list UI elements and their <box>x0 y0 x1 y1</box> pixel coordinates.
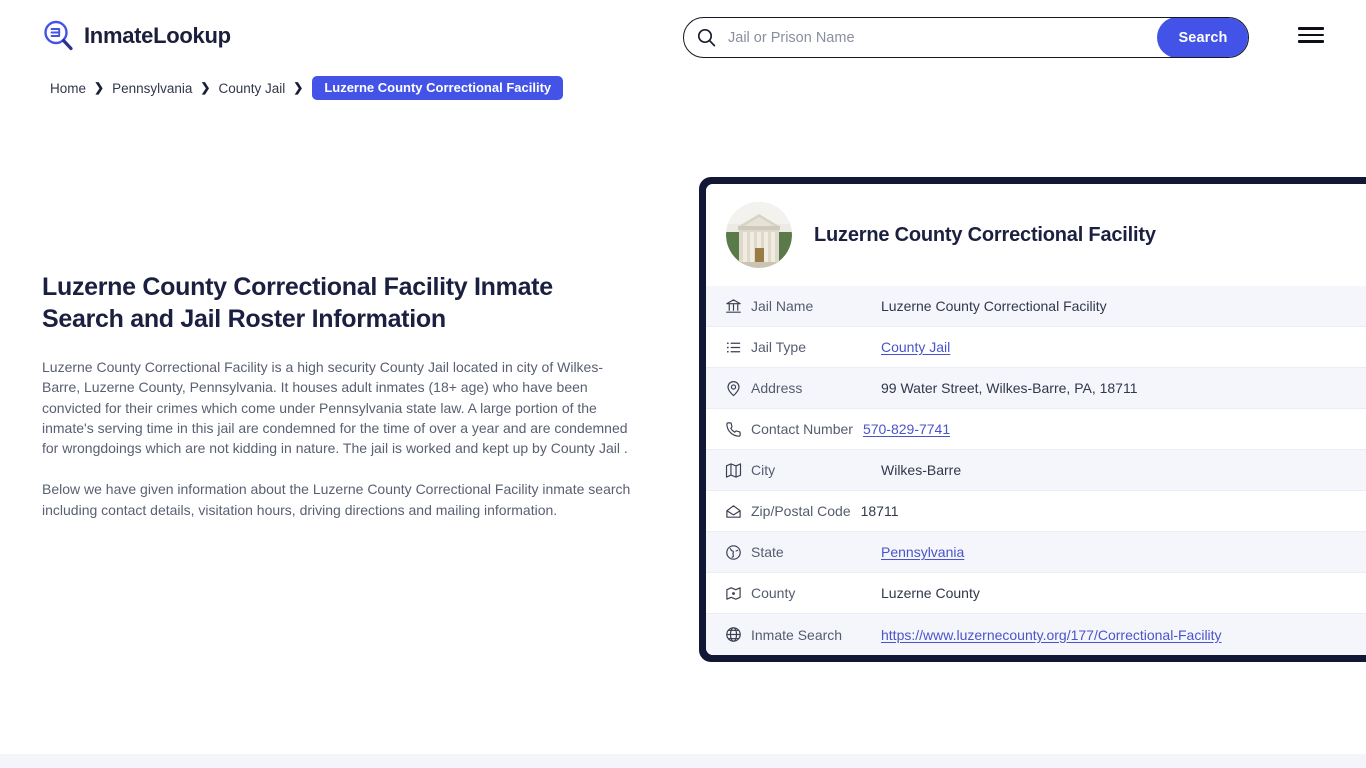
table-row: County Luzerne County <box>706 573 1366 614</box>
table-row: Address 99 Water Street, Wilkes-Barre, P… <box>706 368 1366 409</box>
site-header: InmateLookup Search <box>0 0 1366 72</box>
bank-icon <box>725 298 751 315</box>
table-row: Inmate Search https://www.luzernecounty.… <box>706 614 1366 655</box>
article-column: Luzerne County Correctional Facility Inm… <box>42 272 640 520</box>
hamburger-menu-icon[interactable] <box>1298 24 1324 46</box>
page-title: Luzerne County Correctional Facility Inm… <box>42 273 553 333</box>
breadcrumb: Home ❯ Pennsylvania ❯ County Jail ❯ Luze… <box>50 76 564 100</box>
row-label: City <box>751 462 776 478</box>
row-value-link[interactable]: https://www.luzernecounty.org/177/Correc… <box>881 627 1222 643</box>
row-label: Zip/Postal Code <box>751 503 851 519</box>
row-label: County <box>751 585 796 601</box>
list-icon <box>725 339 751 356</box>
map-icon <box>725 462 751 479</box>
courthouse-building-photo <box>726 202 792 268</box>
facility-card-title: Luzerne County Correctional Facility <box>814 223 1156 246</box>
chevron-right-icon: ❯ <box>200 80 211 95</box>
breadcrumb-item-jail-type[interactable]: County Jail <box>218 81 285 96</box>
table-row: City Wilkes-Barre <box>706 450 1366 491</box>
page-bottom-strip <box>0 754 1366 768</box>
row-value: 18711 <box>860 503 899 519</box>
magnifier-list-icon <box>42 19 75 52</box>
table-row: State Pennsylvania <box>706 532 1366 573</box>
row-value-link[interactable]: Pennsylvania <box>881 544 964 560</box>
page-root: InmateLookup Search Home ❯ Pennsylvania … <box>0 0 1366 768</box>
row-value: Luzerne County Correctional Facility <box>881 298 1107 314</box>
search-bar[interactable]: Search <box>683 17 1249 58</box>
row-label: Jail Type <box>751 339 806 355</box>
row-label: Contact Number <box>751 421 853 437</box>
hamburger-bar <box>1298 33 1324 37</box>
intro-paragraph-2: Below we have given information about th… <box>42 481 631 518</box>
row-label: State <box>751 544 784 560</box>
row-label: Inmate Search <box>751 626 843 643</box>
location-pin-icon <box>725 380 751 397</box>
globe-circle-icon <box>725 544 751 561</box>
web-globe-icon <box>725 626 751 643</box>
row-value: Luzerne County <box>881 585 980 601</box>
row-value: Wilkes-Barre <box>881 462 962 478</box>
row-value-link[interactable]: 570-829-7741 <box>863 421 950 437</box>
table-row: Jail Name Luzerne County Correctional Fa… <box>706 286 1366 327</box>
row-label: Address <box>751 380 803 396</box>
search-icon <box>684 28 722 47</box>
breadcrumb-item-home[interactable]: Home <box>50 81 86 96</box>
chevron-right-icon: ❯ <box>293 80 304 95</box>
map-pin-icon <box>725 585 751 602</box>
search-input[interactable] <box>722 18 1157 57</box>
brand-logo-link[interactable]: InmateLookup <box>42 19 231 52</box>
hamburger-bar <box>1298 40 1324 43</box>
table-row: Zip/Postal Code 18711 <box>706 491 1366 532</box>
phone-icon <box>725 421 751 438</box>
row-value: 99 Water Street, Wilkes-Barre, PA, 18711 <box>881 380 1138 396</box>
row-value-link[interactable]: County Jail <box>881 339 950 355</box>
breadcrumb-item-current: Luzerne County Correctional Facility <box>312 76 564 100</box>
envelope-icon <box>725 503 751 520</box>
breadcrumb-item-state[interactable]: Pennsylvania <box>112 81 192 96</box>
search-button[interactable]: Search <box>1157 18 1248 57</box>
row-label: Jail Name <box>751 298 814 314</box>
table-row: Contact Number 570-829-7741 <box>706 409 1366 450</box>
hamburger-bar <box>1298 27 1324 30</box>
facility-card-header: Luzerne County Correctional Facility <box>706 184 1366 286</box>
table-row: Jail Type County Jail <box>706 327 1366 368</box>
facility-info-card: Luzerne County Correctional Facility Jai… <box>699 177 1366 662</box>
chevron-right-icon: ❯ <box>94 80 105 95</box>
intro-paragraph-1: Luzerne County Correctional Facility is … <box>42 359 628 457</box>
facility-info-card-inner: Luzerne County Correctional Facility Jai… <box>706 184 1366 655</box>
brand-name: InmateLookup <box>84 22 231 48</box>
